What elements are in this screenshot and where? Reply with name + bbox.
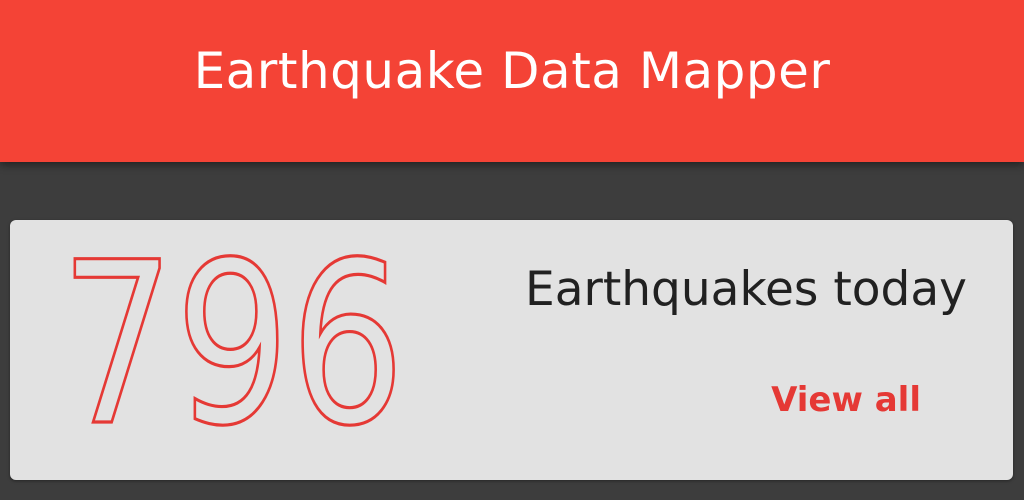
earthquake-count-text: 796 xyxy=(60,214,405,475)
view-all-link[interactable]: View all xyxy=(771,380,921,420)
app-title: Earthquake Data Mapper xyxy=(193,42,831,100)
earthquakes-today-label: Earthquakes today xyxy=(525,262,967,317)
earthquake-count: 796 xyxy=(58,212,406,476)
app-bar: Earthquake Data Mapper xyxy=(0,0,1024,162)
main-content: 796 Earthquakes today View all xyxy=(0,162,1024,500)
earthquake-summary-card: 796 Earthquakes today View all xyxy=(10,212,1013,480)
